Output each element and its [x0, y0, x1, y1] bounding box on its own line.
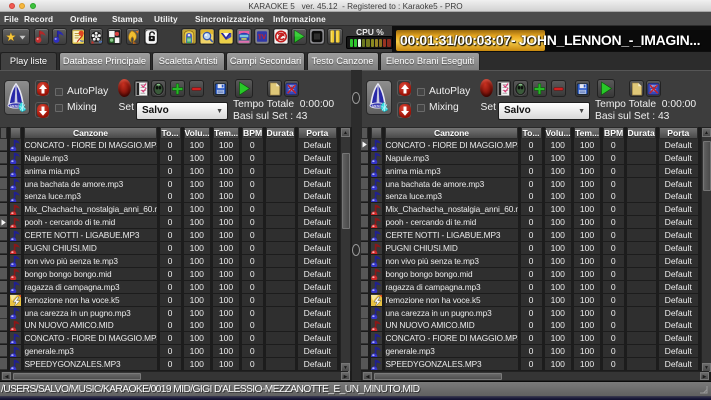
svg-text:TV: TV: [258, 34, 267, 41]
